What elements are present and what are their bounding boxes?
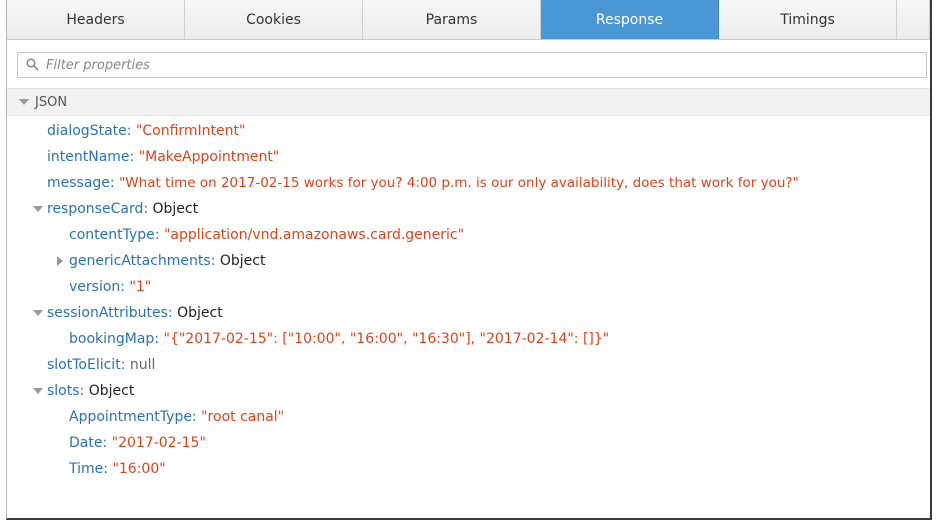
json-key: AppointmentType [69,409,192,425]
json-row-genericattachments[interactable]: genericAttachments: Object [7,248,930,274]
json-row-message: message: "What time on 2017-02-15 works … [47,175,799,191]
json-key: Date [69,435,103,451]
json-value: "What time on 2017-02-15 works for you? … [119,175,799,191]
json-value: "ConfirmIntent" [135,123,246,139]
json-value: Object [177,305,223,321]
json-row-intentname: intentName: "MakeAppointment" [47,149,280,165]
json-row-dialogstate: dialogState: "ConfirmIntent" [47,123,246,139]
json-key: genericAttachments [69,253,211,269]
json-key: dialogState [47,123,127,139]
json-row-contenttype: contentType: "application/vnd.amazonaws.… [69,227,465,243]
tab-response[interactable]: Response [541,0,719,39]
json-key: slotToElicit [47,357,121,373]
devtools-panel: Headers Cookies Params Response Timings … [6,0,932,520]
json-key: sessionAttributes [47,305,168,321]
json-key: Time [69,461,104,477]
tab-timings[interactable]: Timings [719,0,897,39]
json-row-time: Time: "16:00" [69,461,166,477]
json-row-appointmenttype: AppointmentType: "root canal" [69,409,285,425]
json-value: "application/vnd.amazonaws.card.generic" [163,227,465,243]
json-row-responsecard[interactable]: responseCard: Object [7,196,930,222]
tab-bar: Headers Cookies Params Response Timings [7,0,930,40]
json-value: "root canal" [201,409,285,425]
json-value: "16:00" [112,461,166,477]
json-key: contentType [69,227,155,243]
json-row-slottoelicit: slotToElicit: null [47,357,156,373]
json-value: "2017-02-15" [111,435,206,451]
json-section-title: JSON [35,94,68,110]
json-row-slots[interactable]: slots: Object [7,378,930,404]
json-key: version [69,279,121,295]
filter-properties-input[interactable] [46,57,906,73]
json-row-bookingmap: bookingMap: "{"2017-02-15": ["10:00", "1… [69,331,610,347]
json-row-sessionattributes[interactable]: sessionAttributes: Object [7,300,930,326]
json-key: message [47,175,110,191]
triangle-down-icon[interactable] [31,206,45,212]
triangle-down-icon[interactable] [31,310,45,316]
triangle-right-icon[interactable] [53,256,67,266]
tab-headers[interactable]: Headers [7,0,185,39]
json-value: Object [219,253,266,269]
triangle-down-icon [19,99,29,105]
json-value: "MakeAppointment" [138,149,280,165]
json-row-date: Date: "2017-02-15" [69,435,206,451]
search-icon [26,58,40,72]
json-key: intentName [47,149,130,165]
json-section-header[interactable]: JSON [7,88,930,116]
json-key: slots [47,383,80,399]
json-row-version: version: "1" [69,279,152,295]
json-tree: dialogState: "ConfirmIntent" intentName:… [7,118,930,482]
json-key: responseCard [47,201,144,217]
filter-box [17,52,927,78]
tab-bar-filler [897,0,930,39]
triangle-down-icon[interactable] [31,388,45,394]
json-value: null [129,357,156,373]
json-value: Object [88,383,135,399]
json-value: "1" [129,279,152,295]
json-value: Object [152,201,199,217]
tab-cookies[interactable]: Cookies [185,0,363,39]
json-value: "{"2017-02-15": ["10:00", "16:00", "16:3… [163,331,610,347]
json-key: bookingMap [69,331,155,347]
tab-params[interactable]: Params [363,0,541,39]
